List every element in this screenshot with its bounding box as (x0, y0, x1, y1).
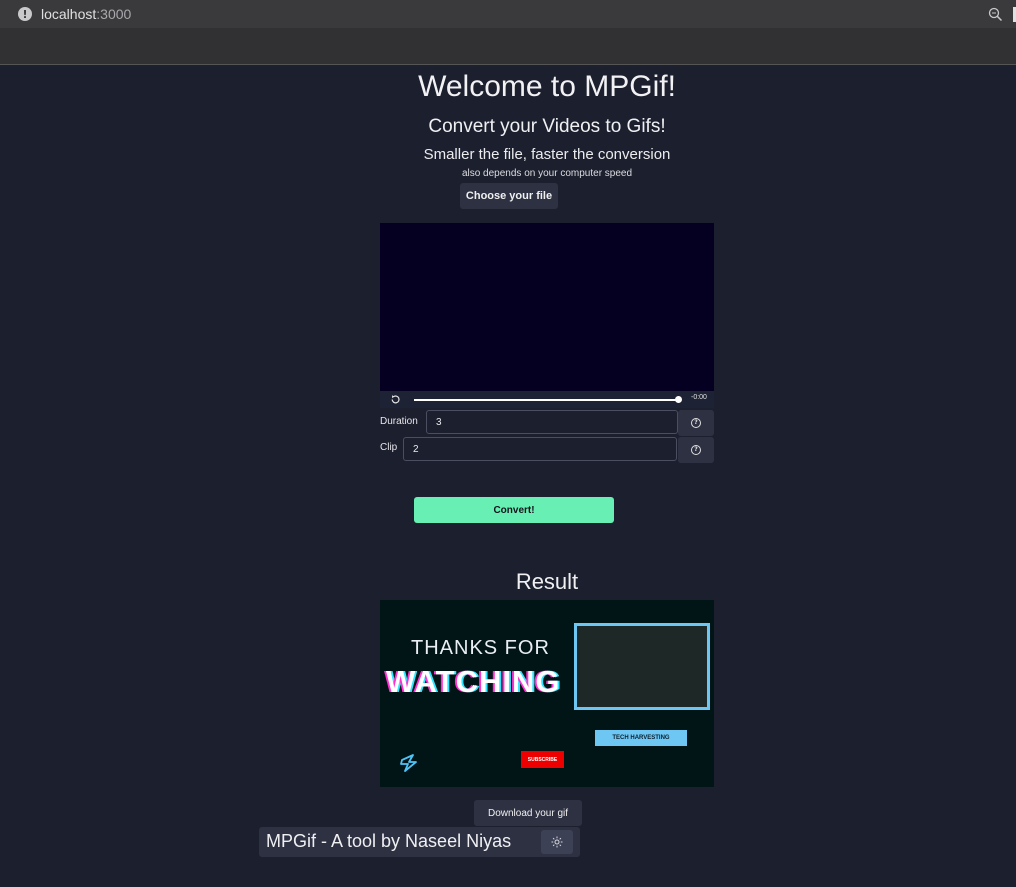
gif-channel-label: TECH HARVESTING (595, 730, 687, 746)
browser-toolbar (0, 28, 1016, 65)
replay-icon[interactable] (390, 394, 401, 405)
page-title: Welcome to MPGif! (418, 70, 676, 103)
result-heading: Result (515, 569, 579, 594)
channel-logo-icon (400, 754, 417, 772)
url-text[interactable]: localhost:3000 (41, 6, 131, 22)
choose-file-button[interactable]: Choose your file (460, 183, 558, 209)
gif-subscribe-badge: SUBSCRIBE (521, 751, 564, 768)
clip-help-button[interactable]: ? (678, 437, 714, 463)
gif-text-thanks: THANKS FOR (411, 637, 550, 659)
download-gif-button[interactable]: Download your gif (474, 800, 582, 826)
footer: MPGif - A tool by Naseel Niyas (259, 827, 580, 857)
speed-note: also depends on your computer speed (461, 168, 633, 179)
convert-button[interactable]: Convert! (414, 497, 614, 523)
clip-label: Clip (380, 442, 398, 453)
gif-video-frame (574, 623, 710, 710)
tagline: Smaller the file, faster the conversion (423, 146, 671, 163)
result-gif: THANKS FOR WATCHING TECH HARVESTING SUBS… (380, 600, 714, 787)
question-icon: ? (691, 418, 701, 428)
zoom-icon[interactable] (988, 7, 1003, 22)
browser-address-bar[interactable]: ! localhost:3000 (0, 0, 1016, 28)
duration-help-button[interactable]: ? (678, 410, 714, 436)
sun-icon (551, 836, 563, 848)
gif-text-watching: WATCHING (386, 664, 561, 699)
footer-credit: MPGif - A tool by Naseel Niyas (266, 831, 512, 851)
theme-toggle-button[interactable] (541, 830, 573, 854)
info-icon[interactable]: ! (18, 7, 32, 21)
question-icon: ? (691, 445, 701, 455)
duration-input[interactable]: 3 (426, 410, 678, 434)
url-port: :3000 (96, 6, 132, 22)
page-subtitle: Convert your Videos to Gifs! (428, 116, 666, 137)
duration-label: Duration (380, 416, 418, 427)
url-host: localhost (41, 6, 97, 22)
clip-input[interactable]: 2 (403, 437, 677, 461)
seek-bar[interactable] (414, 399, 678, 401)
video-preview[interactable] (380, 223, 714, 391)
time-remaining: -0:00 (691, 394, 707, 401)
seek-handle[interactable] (675, 396, 682, 403)
video-controls: -0:00 (380, 391, 714, 408)
